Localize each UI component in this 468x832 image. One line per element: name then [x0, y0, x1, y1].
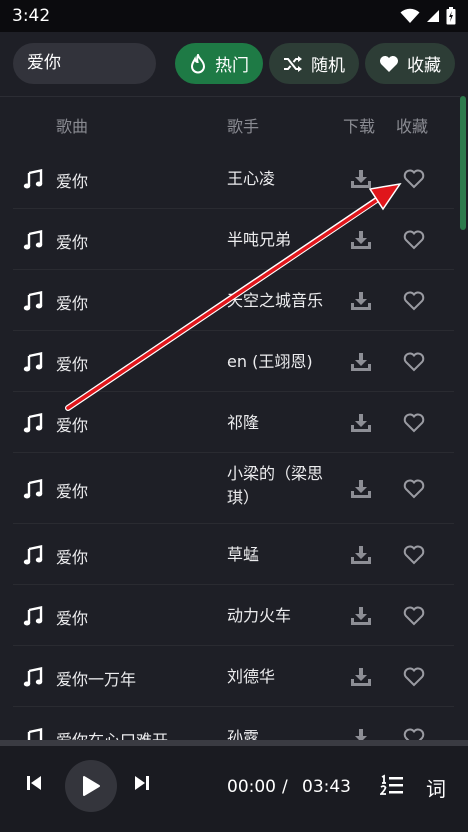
favorites-filter-button[interactable]: 收藏: [365, 43, 455, 84]
lyrics-button[interactable]: 词: [426, 773, 446, 802]
battery-icon: [446, 7, 456, 25]
status-time: 3:42: [12, 6, 51, 26]
song-row[interactable]: 爱你 en (王翊恩): [13, 331, 454, 392]
song-row[interactable]: 爱你 祁隆: [13, 392, 454, 453]
song-artist: en (王翊恩): [227, 351, 313, 371]
download-icon[interactable]: [350, 728, 372, 741]
song-artist: 动力火车: [227, 605, 292, 625]
song-artist: 草蜢: [227, 544, 260, 564]
column-song: 歌曲: [56, 117, 89, 136]
next-track-button[interactable]: [134, 774, 150, 792]
player-bar: 00:00 / 03:43 词: [0, 740, 468, 832]
total-time: 03:43: [302, 777, 351, 797]
column-favorite: 收藏: [396, 117, 429, 136]
shuffle-icon: [284, 55, 302, 72]
random-filter-label: 随机: [311, 56, 345, 76]
download-icon[interactable]: [350, 352, 372, 372]
signal-icon: [427, 10, 439, 22]
play-button[interactable]: [65, 760, 117, 812]
music-note-icon: [23, 544, 43, 564]
download-icon[interactable]: [350, 606, 372, 626]
column-download: 下载: [343, 117, 376, 136]
hot-filter-label: 热门: [215, 56, 249, 76]
song-artist: 孙露: [227, 727, 260, 741]
song-artist: 半吨兄弟: [227, 229, 292, 249]
heart-outline-icon[interactable]: [403, 413, 425, 433]
heart-outline-icon[interactable]: [403, 291, 425, 311]
column-artist: 歌手: [227, 117, 260, 136]
hot-filter-button[interactable]: 热门: [175, 43, 263, 84]
song-title: 爱你: [56, 481, 89, 501]
status-icons: [400, 7, 456, 25]
heart-outline-icon[interactable]: [403, 352, 425, 372]
download-icon[interactable]: [350, 413, 372, 433]
song-artist: 王心凌: [227, 168, 276, 188]
search-toolbar: 爱你 热门 随机 收藏: [0, 32, 468, 96]
flame-icon: [190, 53, 206, 73]
download-icon[interactable]: [350, 479, 372, 499]
song-artist: 天空之城音乐: [227, 290, 324, 310]
favorites-filter-label: 收藏: [407, 56, 441, 76]
status-bar: 3:42: [0, 0, 468, 32]
download-icon[interactable]: [350, 545, 372, 565]
song-title: 爱你一万年: [56, 669, 137, 689]
play-icon: [83, 776, 100, 796]
heart-filled-icon: [380, 55, 398, 72]
song-table-header: 歌曲 歌手 下载 收藏: [0, 96, 460, 148]
song-row[interactable]: 爱你在心口难开 孙露: [13, 707, 454, 740]
song-artist: 祁隆: [227, 412, 260, 432]
music-note-icon: [23, 666, 43, 686]
song-title: 爱你: [56, 415, 89, 435]
music-note-icon: [23, 605, 43, 625]
song-title: 爱你: [56, 232, 89, 252]
song-row[interactable]: 爱你 小梁的（梁思琪）: [13, 453, 454, 524]
music-note-icon: [23, 168, 43, 188]
music-note-icon: [23, 412, 43, 432]
song-title: 爱你: [56, 608, 89, 628]
music-note-icon: [23, 229, 43, 249]
search-input[interactable]: 爱你: [13, 43, 156, 84]
song-title: 爱你: [56, 547, 89, 567]
heart-outline-icon[interactable]: [403, 230, 425, 250]
song-row[interactable]: 爱你 动力火车: [13, 585, 454, 646]
song-artist: 小梁的（梁思琪）: [227, 464, 324, 507]
previous-track-button[interactable]: [26, 774, 42, 792]
song-title: 爱你在心口难开: [56, 730, 169, 741]
song-list[interactable]: 爱你 王心凌 爱你 半吨兄弟 爱你 天空之城音乐 爱你 en (王翊恩) 爱你 祁隆 爱你 小梁的（梁…: [0, 148, 460, 740]
playlist-button[interactable]: [380, 774, 404, 796]
wifi-icon: [400, 8, 420, 23]
song-title: 爱你: [56, 171, 89, 191]
music-note-icon: [23, 351, 43, 371]
song-row[interactable]: 爱你 草蜢: [13, 524, 454, 585]
current-time: 00:00: [227, 777, 276, 797]
song-title: 爱你: [56, 354, 89, 374]
download-icon[interactable]: [350, 667, 372, 687]
heart-outline-icon[interactable]: [403, 667, 425, 687]
heart-outline-icon[interactable]: [403, 545, 425, 565]
heart-outline-icon[interactable]: [403, 169, 425, 189]
music-note-icon: [23, 478, 43, 498]
song-row[interactable]: 爱你 王心凌: [13, 148, 454, 209]
download-icon[interactable]: [350, 169, 372, 189]
music-note-icon: [27, 727, 43, 740]
heart-outline-icon[interactable]: [403, 479, 425, 499]
progress-bar[interactable]: [0, 740, 468, 746]
song-row[interactable]: 爱你 天空之城音乐: [13, 270, 454, 331]
random-filter-button[interactable]: 随机: [269, 43, 359, 84]
scrollbar-thumb[interactable]: [460, 96, 466, 230]
download-icon[interactable]: [350, 291, 372, 311]
song-title: 爱你: [56, 293, 89, 313]
song-row[interactable]: 爱你一万年 刘德华: [13, 646, 454, 707]
song-row[interactable]: 爱你 半吨兄弟: [13, 209, 454, 270]
music-note-icon: [23, 290, 43, 310]
heart-outline-icon[interactable]: [403, 728, 425, 741]
time-separator: /: [282, 777, 288, 797]
download-icon[interactable]: [350, 230, 372, 250]
heart-outline-icon[interactable]: [403, 606, 425, 626]
song-artist: 刘德华: [227, 666, 276, 686]
